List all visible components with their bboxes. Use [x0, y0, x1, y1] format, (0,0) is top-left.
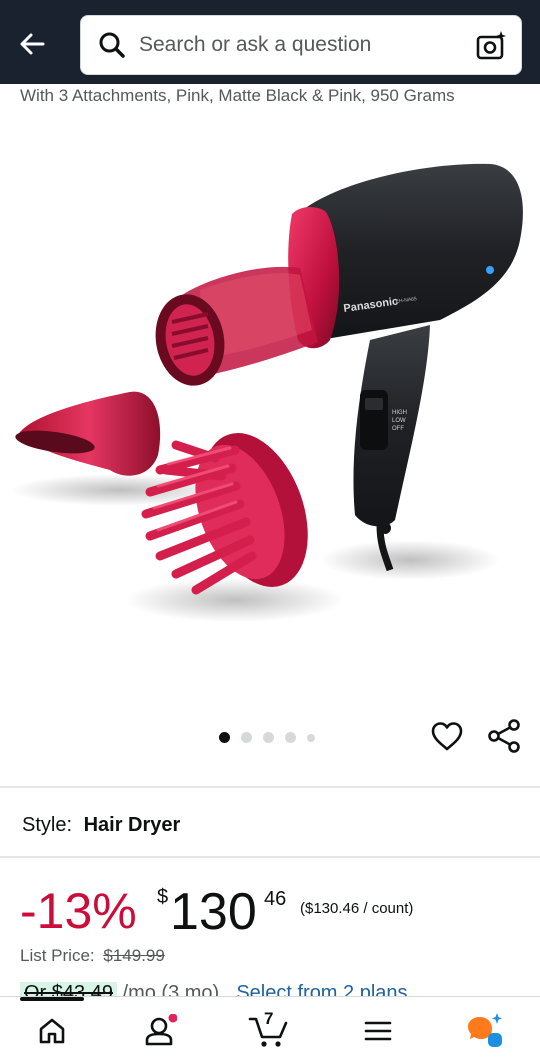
- nav-menu[interactable]: [358, 1011, 398, 1051]
- pagination-dot[interactable]: [285, 732, 296, 743]
- nav-rufus[interactable]: [466, 1011, 506, 1051]
- back-arrow-icon: [20, 33, 45, 55]
- switch-label-low: LOW: [392, 418, 406, 424]
- product-title-tail[interactable]: With 3 Attachments, Pink, Matte Black & …: [20, 86, 455, 106]
- divider: [0, 856, 540, 858]
- rufus-assistant-icon: [468, 1013, 502, 1047]
- top-bar: [0, 0, 540, 84]
- price-whole: 130: [170, 883, 257, 941]
- price-currency: $: [157, 886, 169, 908]
- switch-label-off: OFF: [392, 426, 404, 432]
- share-icon: [488, 719, 520, 753]
- heart-icon: [431, 722, 463, 751]
- style-label: Style:: [22, 814, 73, 836]
- divider: [0, 786, 540, 788]
- active-tab-indicator: [20, 997, 84, 1001]
- pagination-dot[interactable]: [307, 733, 315, 742]
- account-icon: [145, 1014, 177, 1046]
- wishlist-button[interactable]: [430, 720, 464, 754]
- home-icon: [39, 1018, 65, 1044]
- list-price: List Price: $149.99: [20, 946, 165, 966]
- share-button[interactable]: [486, 718, 522, 754]
- product-image[interactable]: HIGH LOW OFF Panasonic EH-NA65: [0, 120, 540, 720]
- back-button[interactable]: [12, 24, 52, 64]
- menu-icon: [364, 1021, 392, 1041]
- list-price-value: $149.99: [103, 946, 165, 965]
- switch-label-high: HIGH: [392, 410, 407, 416]
- pagination-dot[interactable]: [241, 732, 252, 743]
- search-box[interactable]: [80, 15, 522, 75]
- list-price-label: List Price:: [20, 946, 95, 965]
- product-page: With 3 Attachments, Pink, Matte Black & …: [0, 0, 540, 1064]
- camera-search-icon[interactable]: [475, 30, 507, 62]
- pagination-dot[interactable]: [219, 732, 230, 743]
- nav-home[interactable]: [32, 1011, 72, 1051]
- discount-percent: -13%: [20, 883, 137, 939]
- pagination-dot[interactable]: [263, 732, 274, 743]
- search-input[interactable]: [139, 33, 459, 57]
- nav-account[interactable]: [140, 1011, 180, 1051]
- style-value: Hair Dryer: [83, 814, 181, 836]
- unit-price: ($130.46 / count): [300, 900, 414, 917]
- cart-count: 7: [264, 1009, 274, 1028]
- search-icon: [95, 28, 129, 62]
- price-fraction: 46: [264, 888, 287, 910]
- image-pagination: [219, 732, 315, 743]
- style-selector[interactable]: Style: Hair Dryer: [22, 814, 180, 837]
- bottom-navigation: 7: [0, 996, 540, 1064]
